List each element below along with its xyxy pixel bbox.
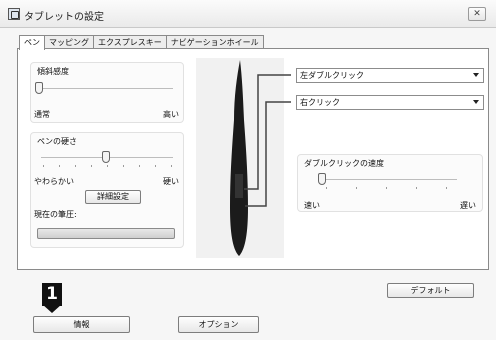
tab-pen[interactable]: ペン — [19, 35, 45, 50]
double-click-tick — [446, 187, 447, 189]
default-button[interactable]: デフォルト — [387, 283, 474, 298]
upper-button-value: 左ダブルクリック — [300, 71, 364, 80]
double-click-tick — [386, 187, 387, 189]
double-click-max-label: 遅い — [460, 201, 476, 210]
dropdown-arrow-icon — [473, 100, 479, 104]
callout-pointer-icon — [42, 304, 62, 313]
double-click-tick — [356, 187, 357, 189]
double-click-speed-group: ダブルクリックの速度 速い 遅い — [297, 154, 483, 212]
double-click-min-label: 速い — [304, 201, 320, 210]
double-click-tick — [326, 187, 327, 189]
callout-number: 1 — [42, 283, 62, 306]
dropdown-arrow-icon — [473, 73, 479, 77]
upper-button-dropdown[interactable]: 左ダブルクリック — [296, 68, 484, 83]
double-click-tick — [416, 187, 417, 189]
double-click-slider-thumb[interactable] — [318, 173, 326, 185]
lower-button-dropdown[interactable]: 右クリック — [296, 95, 484, 110]
double-click-speed-title: ダブルクリックの速度 — [304, 159, 384, 168]
info-button[interactable]: 情報 — [33, 316, 130, 333]
lower-button-value: 右クリック — [300, 98, 340, 107]
double-click-slider-track — [322, 179, 457, 180]
options-button[interactable]: オプション — [178, 316, 259, 333]
